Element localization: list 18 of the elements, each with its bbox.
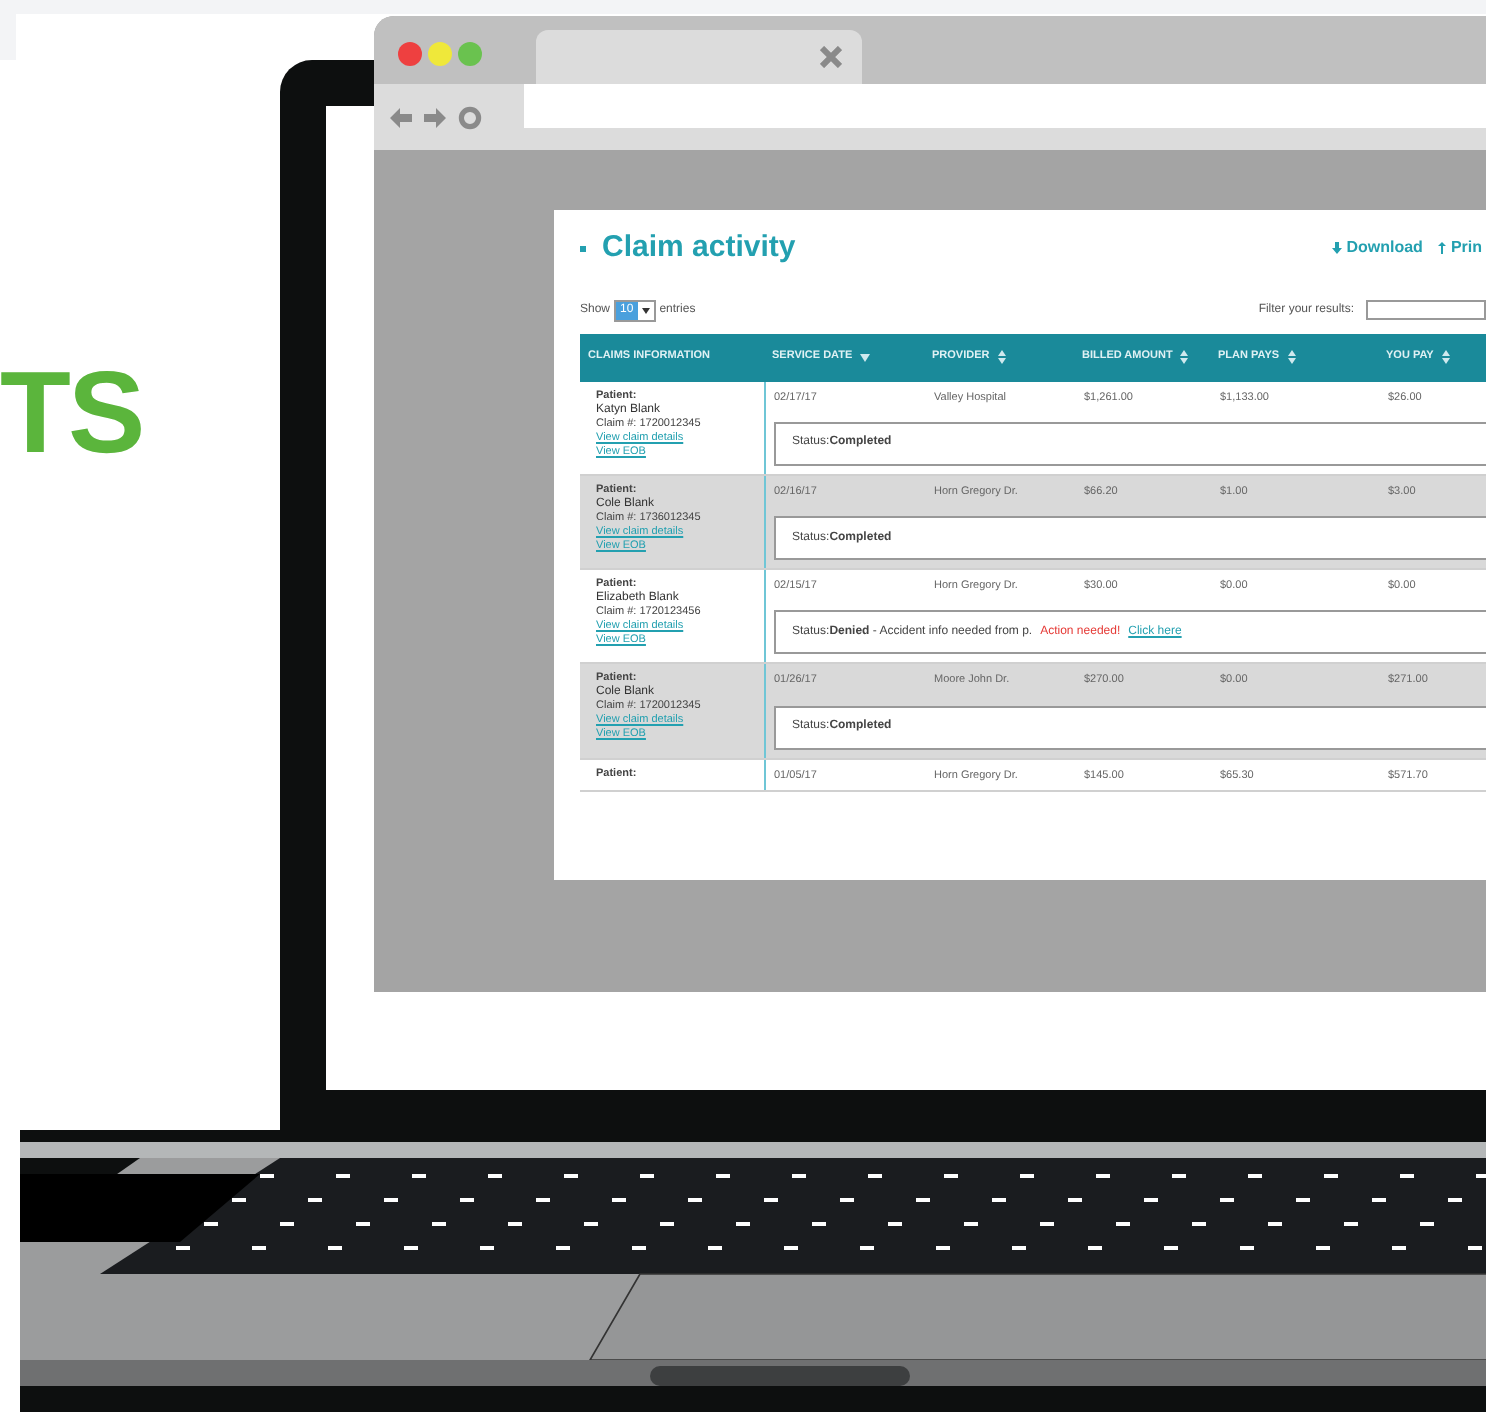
settings-icon[interactable] (458, 105, 482, 129)
toolbar-link[interactable]: Prin (1438, 236, 1482, 261)
page-title: Claim activity (602, 228, 796, 268)
dropdown-icon (637, 303, 654, 317)
headline: TS (0, 356, 143, 472)
sort-icon (1287, 350, 1296, 364)
arrow-icon (1438, 242, 1447, 255)
sort-icon (1180, 350, 1189, 364)
caret-icon (580, 245, 586, 252)
sort-down-icon (860, 353, 871, 361)
sort-icon (1441, 350, 1450, 364)
toolbar-link[interactable]: Download (1332, 236, 1423, 261)
close-icon[interactable] (820, 46, 842, 68)
download-icon (1332, 242, 1343, 255)
forward-arrow-icon[interactable] (424, 107, 446, 127)
filter-field[interactable] (1366, 300, 1486, 320)
sort-icon (997, 350, 1006, 364)
back-arrow-icon[interactable] (390, 107, 412, 127)
